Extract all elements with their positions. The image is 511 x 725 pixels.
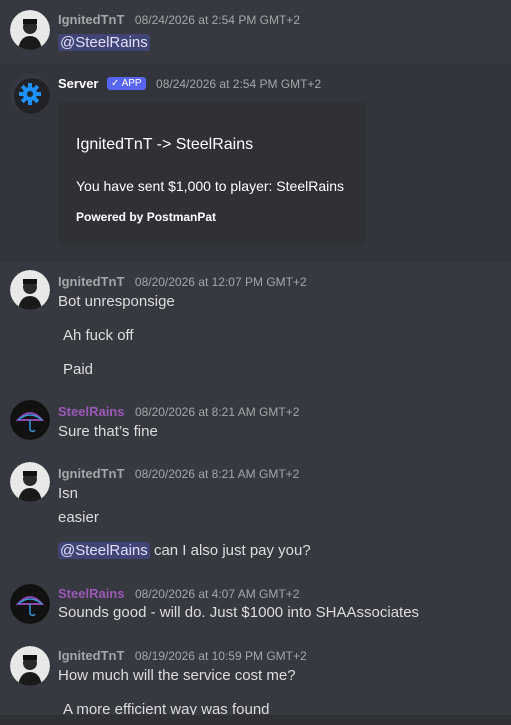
author-name[interactable]: IgnitedTnT [58, 274, 124, 289]
avatar-steelrains[interactable] [10, 584, 50, 624]
avatar-ignitedtnt[interactable] [10, 462, 50, 502]
timestamp: 08/20/2026 at 4:07 AM GMT+2 [134, 587, 300, 601]
message: IgnitedTnT 08/20/2026 at 12:07 PM GMT+2 … [0, 262, 511, 382]
embed-card: IgnitedTnT -> SteelRains You have sent $… [58, 102, 366, 245]
avatar-ignitedtnt[interactable] [10, 270, 50, 310]
message-text: Bot unresponsige [58, 293, 175, 310]
message-text: can I also just pay you? [149, 542, 311, 559]
message-text: Paid [63, 361, 94, 378]
user-mention[interactable]: @SteelRains [58, 34, 150, 51]
bottom-bar [0, 715, 511, 725]
avatar-ignitedtnt[interactable] [10, 10, 50, 50]
check-icon: ✓ [110, 78, 120, 89]
author-name[interactable]: SteelRains [58, 586, 124, 601]
message: SteelRains 08/20/2026 at 8:21 AM GMT+2 S… [0, 392, 511, 452]
message-text: easier [58, 509, 99, 526]
timestamp: 08/20/2026 at 8:21 AM GMT+2 [134, 467, 300, 481]
avatar-server[interactable] [10, 74, 50, 114]
author-name[interactable]: Server [58, 76, 98, 91]
message: SteelRains 08/20/2026 at 4:07 AM GMT+2 S… [0, 576, 511, 636]
message: IgnitedTnT 08/19/2026 at 10:59 PM GMT+2 … [0, 638, 511, 725]
avatar-steelrains[interactable] [10, 400, 50, 440]
message: IgnitedTnT 08/24/2026 at 2:54 PM GMT+2 @… [0, 0, 511, 62]
message-text: Isn [58, 485, 79, 502]
author-name[interactable]: IgnitedTnT [58, 12, 124, 27]
timestamp: 08/19/2026 at 10:59 PM GMT+2 [134, 649, 307, 663]
message-text: Sure that’s fine [58, 423, 158, 440]
message-text: Ah fuck off [63, 327, 134, 344]
badge-label: APP [121, 78, 142, 89]
timestamp: 08/20/2026 at 12:07 PM GMT+2 [134, 275, 307, 289]
timestamp: 08/20/2026 at 8:21 AM GMT+2 [134, 405, 300, 419]
gear-icon [14, 78, 50, 114]
avatar-ignitedtnt[interactable] [10, 646, 50, 686]
timestamp: 08/24/2026 at 2:54 PM GMT+2 [134, 13, 300, 27]
timestamp: 08/24/2026 at 2:54 PM GMT+2 [156, 77, 322, 91]
embed-footer: Powered by PostmanPat [76, 210, 217, 224]
author-name[interactable]: IgnitedTnT [58, 466, 124, 481]
author-name[interactable]: SteelRains [58, 404, 124, 419]
embed-title: IgnitedTnT -> SteelRains [76, 136, 254, 153]
message-highlighted: Server ✓ APP 08/24/2026 at 2:54 PM GMT+2… [0, 64, 511, 262]
embed-description: You have sent $1,000 to player: SteelRai… [76, 178, 345, 194]
app-badge: ✓ APP [106, 77, 146, 90]
author-name[interactable]: IgnitedTnT [58, 648, 124, 663]
message: IgnitedTnT 08/20/2026 at 8:21 AM GMT+2 I… [0, 454, 511, 574]
message-text: Sounds good - will do. Just $1000 into S… [58, 604, 420, 621]
message-text: How much will the service cost me? [58, 667, 296, 684]
user-mention[interactable]: @SteelRains [58, 542, 150, 559]
message-text-with-mention: @SteelRains can I also just pay you? [58, 542, 311, 559]
